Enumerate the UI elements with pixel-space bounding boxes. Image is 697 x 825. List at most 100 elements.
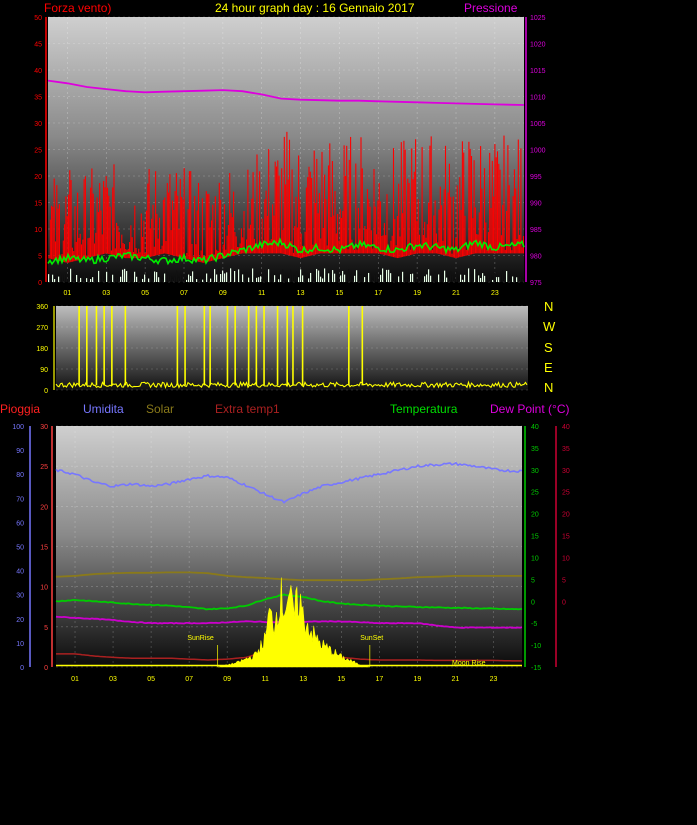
calm-bar [154,271,156,282]
calm-bar [180,272,182,282]
calm-bar [398,276,400,282]
y-tick-label-rain: 0 [20,665,24,672]
calm-bar [408,279,410,282]
calm-bar [290,269,292,282]
calm-bar [152,279,154,282]
calm-bar [182,275,184,282]
calm-bar [168,274,170,282]
calm-bar [302,275,304,282]
y-tick-label: 360 [36,304,48,311]
calm-bar [228,274,230,282]
x-tick-label: 01 [64,290,72,297]
calm-bar [218,269,220,282]
calm-bar [170,276,172,282]
calm-bar [88,275,90,282]
calm-bar [362,274,364,282]
calm-bar [136,276,138,282]
calm-bar [116,276,118,282]
calm-bar [504,278,506,282]
calm-bar [350,277,352,282]
calm-bar [70,268,72,282]
y-tick-label-right: 995 [530,174,542,181]
y-tick-label-left: 10 [34,227,42,234]
calm-bar [114,274,116,282]
calm-bar [368,272,370,282]
calm-bar [336,272,338,282]
x-tick-label: 21 [452,290,460,297]
calm-bar [358,273,360,282]
calm-bar [274,275,276,282]
y-tick-label-left: 50 [34,15,42,22]
calm-bar [430,275,432,282]
calm-bar [466,270,468,282]
calm-bar [464,274,466,282]
weather-charts: 0510152025303540455097598098599099510001… [12,15,570,683]
calm-bar [278,279,280,282]
x-tick-label: 13 [297,290,305,297]
y-tick-label-left: 30 [34,121,42,128]
calm-bar [420,278,422,282]
x-tick-label: 01 [71,676,79,683]
calm-bar [462,279,464,282]
y-tick-label-humidity: 0 [44,665,48,672]
calm-bar [342,270,344,282]
calm-bar [390,273,392,282]
y-tick-label-right: 1010 [530,95,546,102]
calm-bar [126,271,128,282]
calm-bar [406,278,408,282]
calm-bar [442,274,444,282]
y-tick-label-rain: 80 [16,472,24,479]
calm-bar [482,273,484,282]
calm-bar [222,270,224,282]
calm-bar [234,270,236,282]
calm-bar [138,279,140,282]
x-tick-label: 21 [452,676,460,683]
y-tick-label-humidity: 30 [40,424,48,431]
y-tick-label-dew: 5 [562,577,566,584]
calm-bar [338,278,340,282]
calm-bar [240,279,242,282]
calm-bar [472,276,474,282]
calm-bar [232,272,234,282]
x-tick-label: 23 [490,676,498,683]
calm-bar [410,274,412,282]
calm-bar [256,277,258,282]
calm-bar [484,275,486,282]
calm-bar [134,271,136,282]
y-tick-label-right: 1005 [530,121,546,128]
calm-bar [146,272,148,282]
calm-bar [490,273,492,282]
calm-bar [244,272,246,282]
x-tick-label: 05 [141,290,149,297]
y-tick-label-dew: 40 [562,424,570,431]
calm-bar [370,274,372,282]
calm-bar [470,268,472,282]
calm-bar [206,273,208,282]
calm-bar [364,277,366,282]
calm-bar [324,268,326,282]
calm-bar [354,275,356,282]
x-tick-label: 19 [413,676,421,683]
calm-bar [346,274,348,282]
calm-bar [202,279,204,282]
calm-bar [106,271,108,282]
y-tick-label-right: 975 [530,280,542,287]
x-tick-label: 05 [147,676,155,683]
calm-bar [50,278,52,282]
calm-bar [452,275,454,282]
calm-bar [438,274,440,282]
y-tick-label: 270 [36,325,48,332]
calm-bar [422,278,424,282]
y-tick-label-rain: 90 [16,448,24,455]
calm-bar [174,277,176,282]
calm-bar [252,268,254,282]
calm-bar [352,279,354,282]
calm-bar [188,274,190,282]
calm-bar [162,279,164,282]
calm-bar [150,269,152,282]
calm-bar [112,274,114,282]
calm-bar [248,277,250,282]
calm-bar [164,273,166,282]
calm-bar [58,276,60,282]
y-tick-label-humidity: 25 [40,464,48,471]
